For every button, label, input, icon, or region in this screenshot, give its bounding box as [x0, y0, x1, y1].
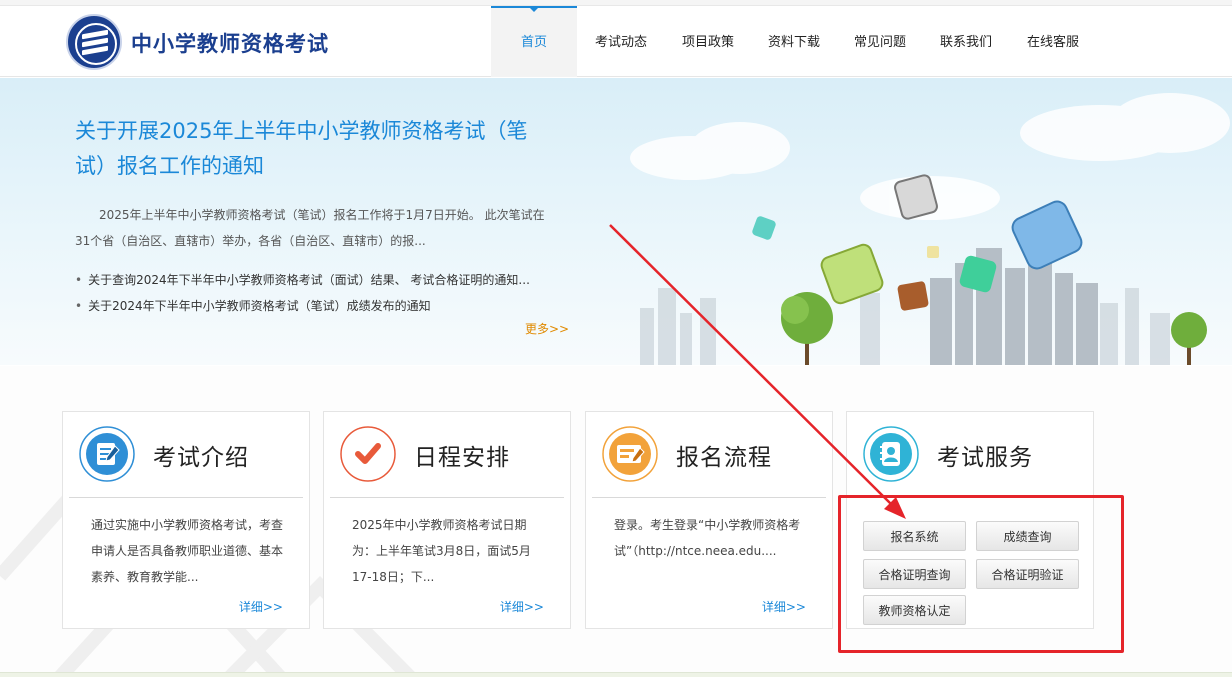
- book-emblem-logo[interactable]: [66, 14, 122, 70]
- nav-policy[interactable]: 项目政策: [665, 6, 751, 77]
- teacher-certification-button[interactable]: 教师资格认定: [863, 595, 966, 625]
- document-pen-icon: [79, 426, 135, 482]
- card-title: 报名流程: [676, 445, 772, 471]
- card-more-link[interactable]: 详细>>: [500, 598, 544, 615]
- certificate-query-button[interactable]: 合格证明查询: [863, 559, 966, 589]
- contact-book-icon: [863, 426, 919, 482]
- card-text: 登录。考生登录“中小学教师资格考试”（http://ntce.neea.edu.…: [614, 518, 801, 558]
- card-registration-process: 报名流程 登录。考生登录“中小学教师资格考试”（http://ntce.neea…: [585, 411, 833, 629]
- card-header: 考试服务: [853, 412, 1087, 498]
- registration-system-button[interactable]: 报名系统: [863, 521, 966, 551]
- site-title[interactable]: 中小学教师资格考试: [131, 28, 329, 58]
- headline-link[interactable]: 关于开展2025年上半年中小学教师资格考试（笔试）报名工作的通知: [75, 114, 555, 184]
- card-title: 考试介绍: [153, 445, 249, 471]
- page-bottom-edge: [0, 672, 1232, 677]
- card-title: 日程安排: [414, 445, 510, 471]
- registration-form-icon: [602, 426, 658, 482]
- site-header: 中小学教师资格考试 首页 考试动态 项目政策 资料下载 常见问题 联系我们 在线…: [0, 6, 1232, 77]
- card-header: 日程安排: [330, 412, 564, 498]
- headline-summary: 2025年上半年中小学教师资格考试（笔试）报名工作将于1月7日开始。 此次笔试在…: [75, 208, 545, 248]
- card-more-link[interactable]: 详细>>: [239, 598, 283, 615]
- checkmark-icon: [340, 426, 396, 482]
- card-schedule: 日程安排 2025年中小学教师资格考试日期为：上半年笔试3月8日，面试5月17-…: [323, 411, 571, 629]
- hero-banner: 关于开展2025年上半年中小学教师资格考试（笔试）报名工作的通知 2025年上半…: [0, 78, 1232, 365]
- card-title: 考试服务: [937, 445, 1033, 471]
- main-nav: 首页 考试动态 项目政策 资料下载 常见问题 联系我们 在线客服: [491, 6, 1097, 77]
- nav-faq[interactable]: 常见问题: [837, 6, 923, 77]
- nav-contact[interactable]: 联系我们: [923, 6, 1009, 77]
- score-query-button[interactable]: 成绩查询: [976, 521, 1079, 551]
- news-list: 关于查询2024年下半年中小学教师资格考试（面试）结果、 考试合格证明的通知..…: [75, 267, 555, 319]
- news-item[interactable]: 关于查询2024年下半年中小学教师资格考试（面试）结果、 考试合格证明的通知..…: [75, 267, 555, 293]
- news-item[interactable]: 关于2024年下半年中小学教师资格考试（笔试）成绩发布的通知: [75, 293, 555, 319]
- card-header: 考试介绍: [69, 412, 303, 498]
- card-more-link[interactable]: 详细>>: [762, 598, 806, 615]
- nav-online-service[interactable]: 在线客服: [1009, 6, 1097, 77]
- certificate-verify-button[interactable]: 合格证明验证: [976, 559, 1079, 589]
- nav-downloads[interactable]: 资料下载: [751, 6, 837, 77]
- card-text: 2025年中小学教师资格考试日期为：上半年笔试3月8日，面试5月17-18日；下…: [352, 518, 531, 584]
- card-text: 通过实施中小学教师资格考试，考查申请人是否具备教师职业道德、基本素养、教育教学能…: [91, 518, 284, 584]
- more-news-link[interactable]: 更多>>: [525, 320, 569, 337]
- nav-exam-news[interactable]: 考试动态: [577, 6, 665, 77]
- card-exam-intro: 考试介绍 通过实施中小学教师资格考试，考查申请人是否具备教师职业道德、基本素养、…: [62, 411, 310, 629]
- nav-home[interactable]: 首页: [491, 6, 577, 77]
- card-header: 报名流程: [592, 412, 826, 498]
